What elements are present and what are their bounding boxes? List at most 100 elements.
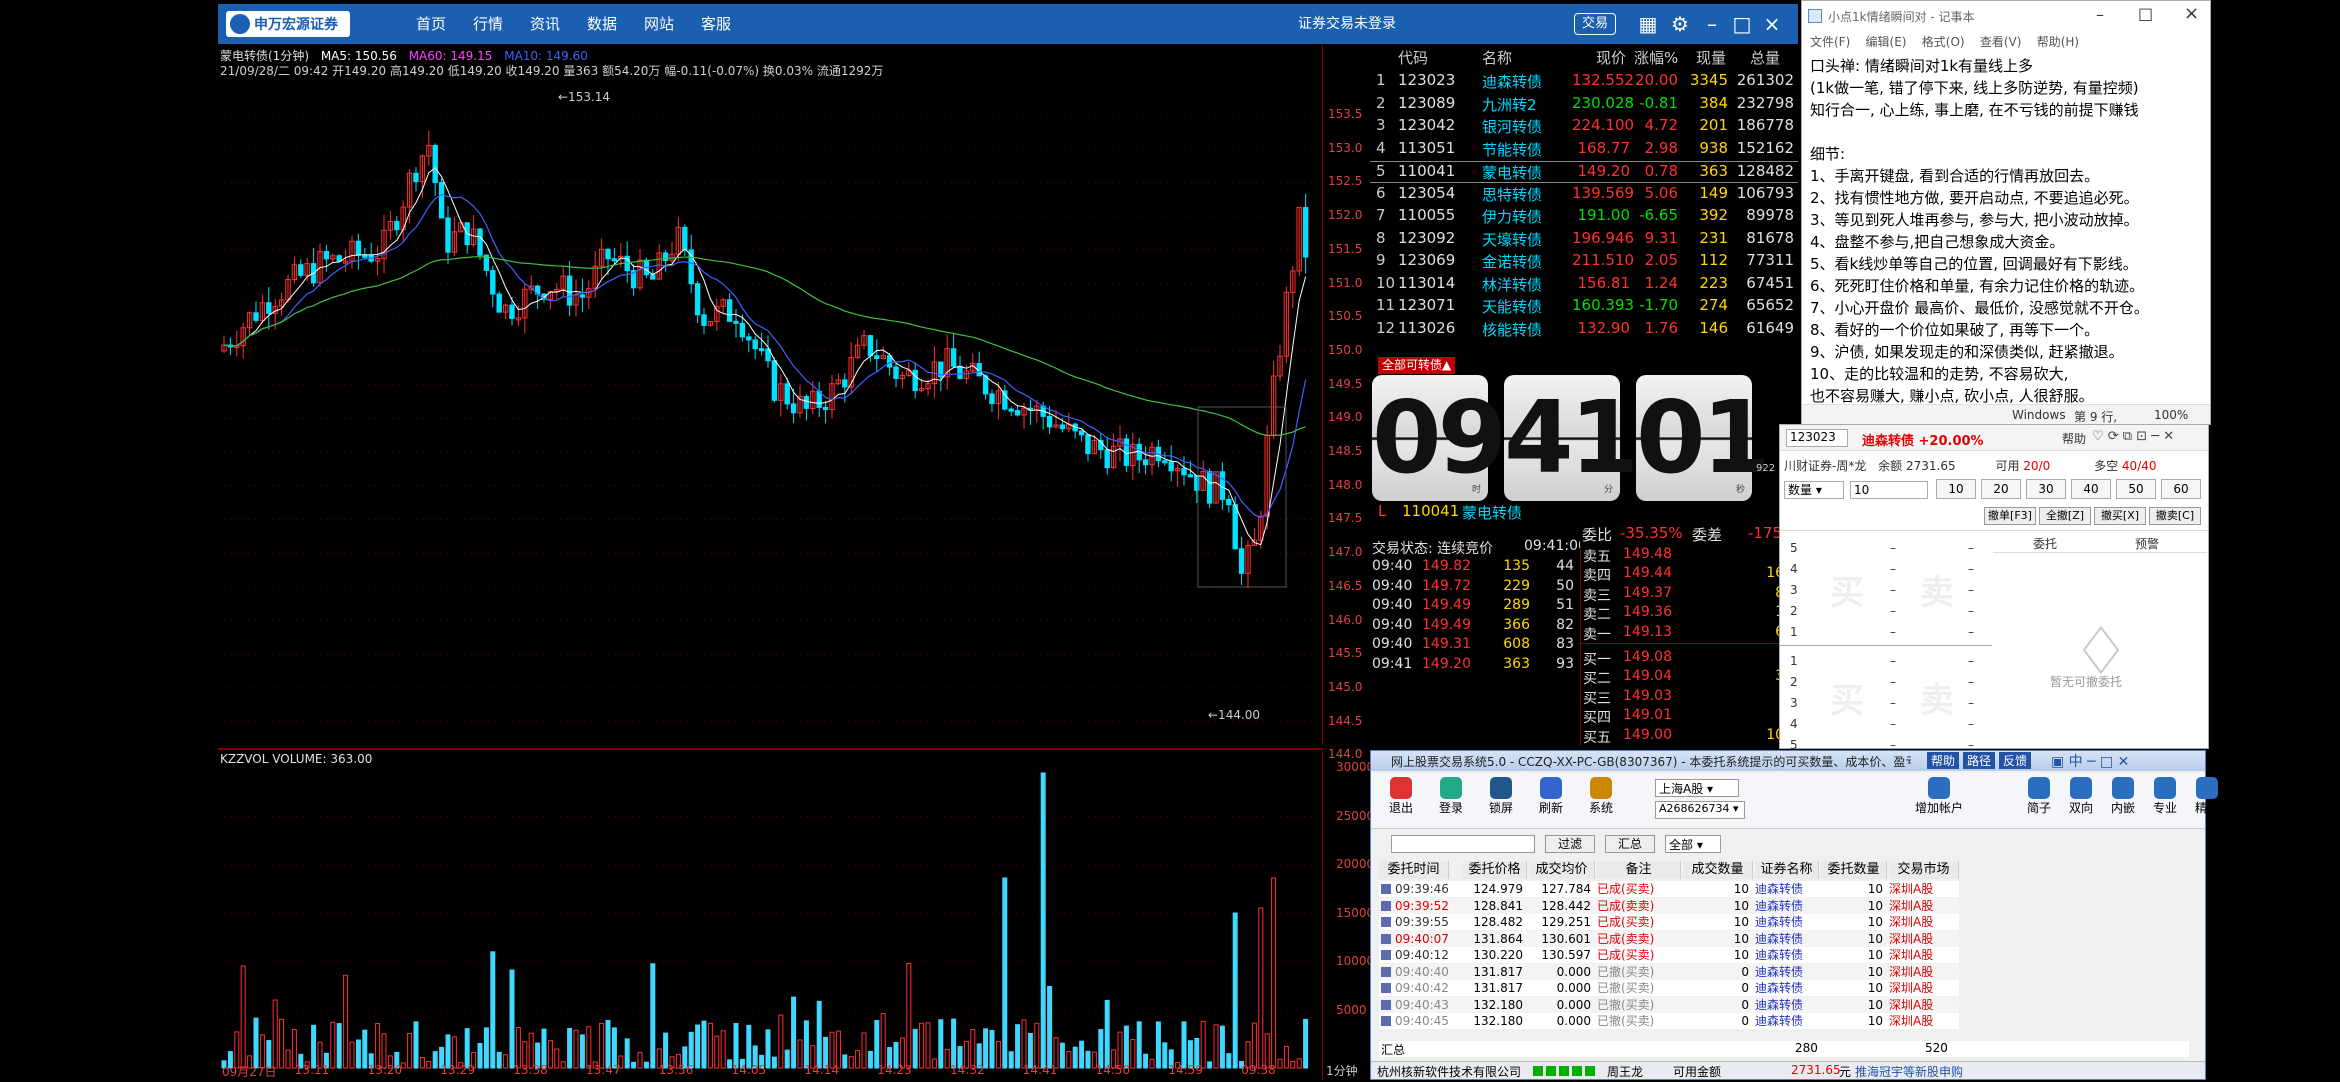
gear-icon[interactable]: ⚙ <box>1666 10 1694 38</box>
menu-file[interactable]: 文件(F) <box>1810 35 1850 49</box>
toolbar-button[interactable]: 锁屏 <box>1481 775 1521 825</box>
notepad-minimize-icon[interactable]: – <box>2096 5 2104 24</box>
volume-chart[interactable]: KZZVOL VOLUME: 363.00 <box>218 748 1323 1080</box>
book-row[interactable]: 卖一149.1362 <box>1581 624 1799 643</box>
notepad-close-icon[interactable]: × <box>2184 3 2199 24</box>
ladder-row[interactable]: 4 – – <box>1780 717 1992 735</box>
notepad-maximize-icon[interactable]: □ <box>2138 4 2153 23</box>
tab-entrust[interactable]: 委托 <box>2033 535 2057 552</box>
order-path[interactable]: 路径 <box>1963 752 1996 769</box>
market-select[interactable]: 上海A股 ▾ <box>1655 779 1739 797</box>
ladder-row[interactable]: 2 – – <box>1780 604 1992 622</box>
quote-row[interactable]: 9 123069 金诺转债 211.510 2.05 112 77311 <box>1370 251 1798 273</box>
filter-button[interactable]: 过滤 <box>1545 835 1595 853</box>
ladder-row[interactable]: 1 – – <box>1780 654 1992 672</box>
order-column-header[interactable]: 交易市场 <box>1889 861 1959 879</box>
order-row[interactable]: 09:40:07 131.864 130.601 已成(卖卖) 10 迪森转债 10 深圳A股 <box>1379 930 1959 947</box>
cancel-action-button[interactable]: 撤单[F3] <box>1984 507 2036 525</box>
toolbar-right-button[interactable]: 精简 <box>2179 775 2235 825</box>
order-row[interactable]: 09:40:43 132.180 0.000 已撤(买卖) 0 迪森转债 10 深圳A股 <box>1379 996 1959 1013</box>
toolbar-button[interactable]: 刷新 <box>1531 775 1571 825</box>
ladder-row[interactable]: 2 – – <box>1780 675 1992 693</box>
toolbar-right-button[interactable]: 增加帐户 <box>1911 775 1967 825</box>
tab-alert[interactable]: 预警 <box>2135 535 2159 552</box>
book-row[interactable]: 买二149.0439 <box>1581 668 1799 687</box>
maximize-icon[interactable]: □ <box>1728 10 1756 38</box>
nav-market[interactable]: 行情 <box>473 4 503 44</box>
qty-preset-button[interactable]: 20 <box>1981 479 2021 499</box>
qty-preset-button[interactable]: 10 <box>1936 479 1976 499</box>
quote-row[interactable]: 12 113026 核能转债 132.90 1.76 146 61649 <box>1370 319 1798 341</box>
order-row[interactable]: 09:40:40 131.817 0.000 已撤(买卖) 0 迪森转债 10 深圳A股 <box>1379 963 1959 980</box>
order-row[interactable]: 09:39:46 124.979 127.784 已成(买卖) 10 迪森转债 10 深圳A股 <box>1379 881 1959 897</box>
notepad-text[interactable]: 口头禅: 情绪瞬间对1k有量线上多 (1k做一笔, 错了停下来, 线上多防逆势, … <box>1810 55 2206 405</box>
qty-type-select[interactable]: 数量 ▾ <box>1784 481 1844 499</box>
order-row[interactable]: 09:39:52 128.841 128.442 已成(卖卖) 10 迪森转债 10 深圳A股 <box>1379 897 1959 914</box>
order-column-header[interactable]: 委托时间 <box>1379 861 1449 879</box>
ladder-row[interactable]: 5 – – <box>1780 541 1992 559</box>
toolbar-button[interactable]: 登录 <box>1431 775 1471 825</box>
book-row[interactable]: 卖二149.3613 <box>1581 604 1799 623</box>
order-feedback[interactable]: 反馈 <box>1999 752 2032 769</box>
order-row[interactable]: 09:39:55 128.482 129.251 已成(买卖) 10 迪森转债 10 深圳A股 <box>1379 914 1959 930</box>
footer-notice[interactable]: 推海冠宇等新股申购 <box>1855 1063 1963 1080</box>
menu-format[interactable]: 格式(O) <box>1922 35 1965 49</box>
quote-row[interactable]: 6 123054 思特转债 139.569 5.06 149 106793 <box>1370 184 1798 206</box>
book-row[interactable]: 买一149.084 <box>1581 649 1799 668</box>
ladder-row[interactable]: 3 – – <box>1780 583 1992 601</box>
summary-button[interactable]: 汇总 <box>1605 835 1655 853</box>
qty-preset-button[interactable]: 50 <box>2116 479 2156 499</box>
menu-edit[interactable]: 编辑(E) <box>1866 35 1907 49</box>
order-column-header[interactable]: 委托价格 <box>1463 861 1527 879</box>
account-select[interactable]: A268626734 ▾ <box>1655 801 1745 819</box>
ladder-row[interactable]: 4 – – <box>1780 562 1992 580</box>
order-column-header[interactable]: 成交数量 <box>1683 861 1753 879</box>
order-row[interactable]: 09:40:45 132.180 0.000 已撤(买卖) 0 迪森转债 10 深圳A股 <box>1379 1013 1959 1029</box>
quote-row[interactable]: 4 113051 节能转债 168.77 2.98 938 152162 <box>1370 139 1798 161</box>
price-ladder[interactable]: 5– –4– –3– –2– –1– –1– –2– –3– –4– –5– – <box>1780 531 2002 752</box>
quote-row[interactable]: 10 113014 林洋转债 156.81 1.24 223 67451 <box>1370 274 1798 296</box>
nav-home[interactable]: 首页 <box>416 4 446 44</box>
trade-code-select[interactable]: 123023 <box>1786 429 1848 447</box>
nav-site[interactable]: 网站 <box>644 4 674 44</box>
toolbar-button[interactable]: 系统 <box>1581 775 1621 825</box>
order-row[interactable]: 09:40:12 130.220 130.597 已成(买卖) 10 迪森转债 10 深圳A股 <box>1379 947 1959 963</box>
order-column-header[interactable]: 证券名称 <box>1755 861 1819 879</box>
quote-row[interactable]: 11 123071 天能转债 160.393 -1.70 274 65652 <box>1370 296 1798 318</box>
qty-input[interactable]: 10 <box>1850 481 1928 499</box>
menu-help[interactable]: 帮助(H) <box>2037 35 2079 49</box>
cancel-action-button[interactable]: 撤买[X] <box>2094 507 2146 525</box>
order-window-controls[interactable]: ▣ 中 ─ □ ✕ <box>2051 751 2129 771</box>
qty-preset-button[interactable]: 60 <box>2161 479 2201 499</box>
qty-preset-button[interactable]: 30 <box>2026 479 2066 499</box>
order-help[interactable]: 帮助 <box>1927 752 1960 769</box>
order-column-header[interactable]: 成交均价 <box>1529 861 1595 879</box>
nav-service[interactable]: 客服 <box>701 4 731 44</box>
all-convert-tab[interactable]: 全部可转债▲ <box>1378 357 1456 374</box>
order-row[interactable]: 09:40:42 131.817 0.000 已撤(买卖) 0 迪森转债 10 深圳A股 <box>1379 980 1959 996</box>
menu-view[interactable]: 查看(V) <box>1980 35 2022 49</box>
cancel-action-button[interactable]: 全撤[Z] <box>2039 507 2091 525</box>
quote-row[interactable]: 8 123092 天壕转债 196.946 9.31 231 81678 <box>1370 229 1798 251</box>
toolbar-button[interactable]: 退出 <box>1381 775 1421 825</box>
qty-preset-button[interactable]: 40 <box>2071 479 2111 499</box>
trade-tool-icons[interactable]: ♡ ⟳ ⧉ ⊡ ─ ✕ <box>2092 429 2174 444</box>
quote-row[interactable]: 1 123023 迪森转债 132.552 20.00 3345 261302 <box>1370 71 1798 93</box>
book-row[interactable]: 卖四149.44169 <box>1581 565 1799 584</box>
book-row[interactable]: 买四149.012 <box>1581 707 1799 726</box>
trade-help[interactable]: 帮助 <box>2062 430 2086 447</box>
ladder-row[interactable]: 1 – – <box>1780 625 1992 643</box>
close-icon[interactable]: × <box>1758 10 1786 38</box>
book-row[interactable]: 卖五149.485 <box>1581 546 1799 565</box>
quote-row[interactable]: 2 123089 九洲转2 230.028 -0.81 384 232798 <box>1370 94 1798 116</box>
ladder-row[interactable]: 3 – – <box>1780 696 1992 714</box>
order-column-header[interactable]: 委托数量 <box>1821 861 1887 879</box>
all-select[interactable]: 全部 ▾ <box>1665 835 1721 853</box>
nav-data[interactable]: 数据 <box>587 4 617 44</box>
trade-button[interactable]: 交易 <box>1574 13 1616 35</box>
minimize-icon[interactable]: – <box>1698 10 1726 38</box>
filter-input[interactable] <box>1391 835 1535 853</box>
book-row[interactable]: 买三149.037 <box>1581 688 1799 707</box>
layout-icon[interactable]: ▦ <box>1634 10 1662 38</box>
kline-chart[interactable]: 蒙电转债(1分钟) MA5: 150.56 MA60: 149.15 MA10:… <box>218 45 1362 761</box>
